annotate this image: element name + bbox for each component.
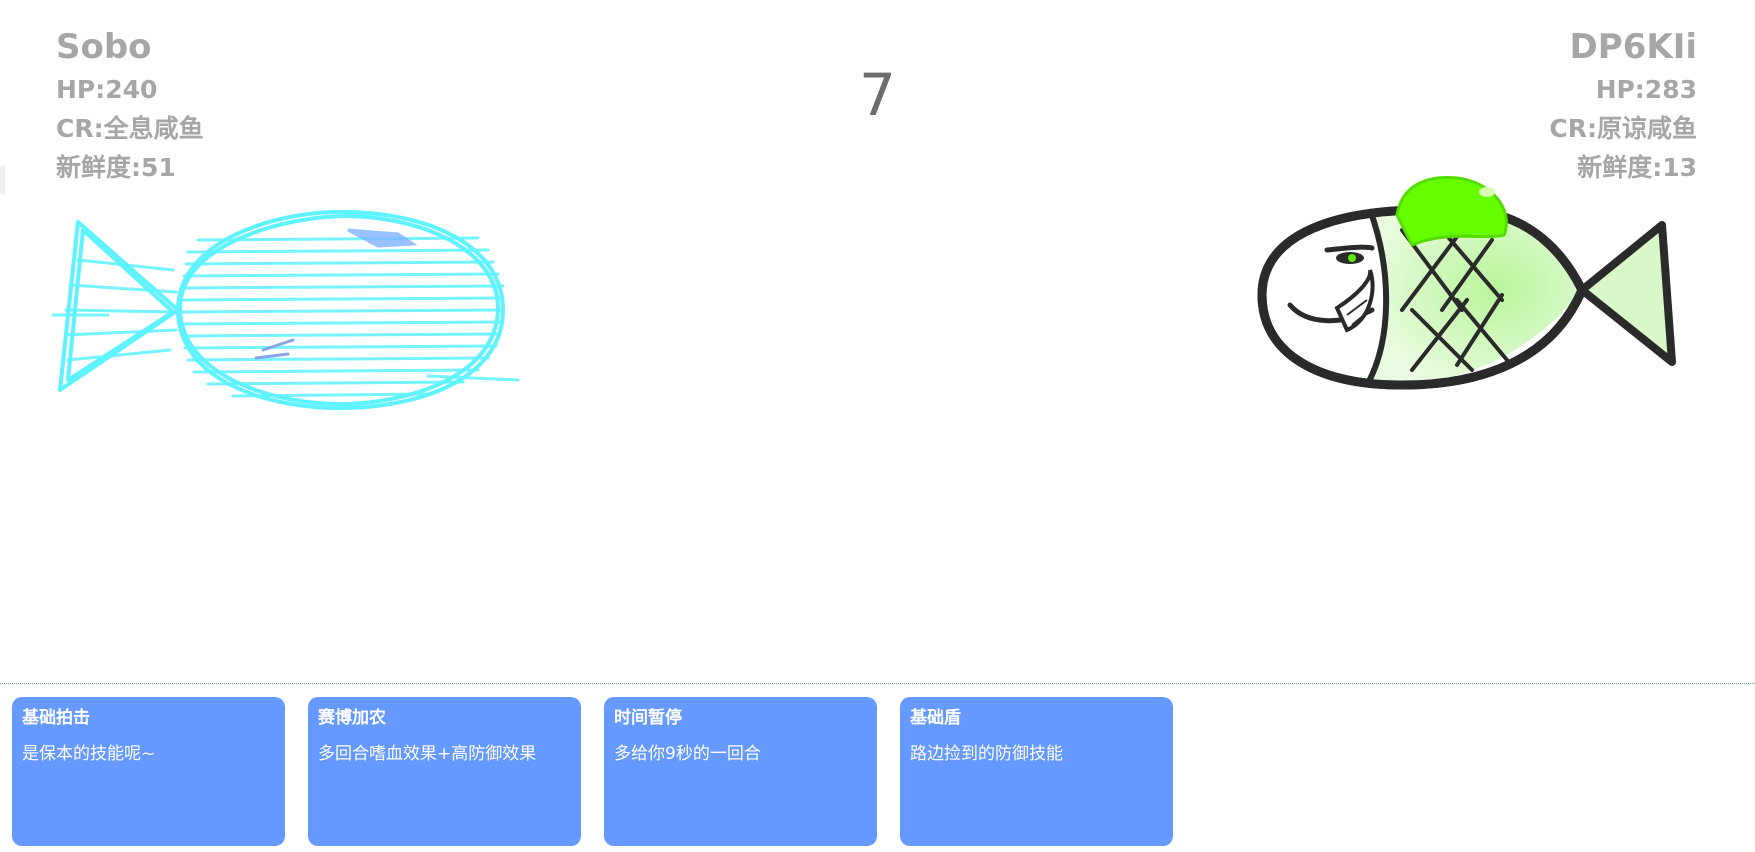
skill-card-basic-shield[interactable]: 基础盾 路边捡到的防御技能 [900, 697, 1173, 846]
skill-name: 时间暂停 [614, 708, 682, 728]
skill-name: 赛博加农 [318, 708, 386, 728]
opponent-hp: HP:283 [1595, 75, 1697, 104]
skill-card-basic-slap[interactable]: 基础拍击 是保本的技能呢~ [12, 697, 285, 846]
opponent-info: DP6KIi HP:283 CR:原谅咸鱼 新鲜度:13 [1549, 24, 1697, 187]
opponent-cr: CR:原谅咸鱼 [1549, 114, 1697, 143]
edge-tab [0, 165, 5, 195]
skill-description: 多回合嗜血效果+高防御效果 [318, 744, 537, 764]
player-fish-sprite [51, 209, 520, 411]
skill-description: 是保本的技能呢~ [22, 744, 156, 764]
skill-card-time-stop[interactable]: 时间暂停 多给你9秒的一回合 [604, 697, 877, 846]
player-freshness: 新鲜度:51 [56, 153, 176, 182]
turn-timer: 7 [859, 61, 896, 129]
skill-bar: 基础拍击 是保本的技能呢~ 赛博加农 多回合嗜血效果+高防御效果 时间暂停 多给… [12, 697, 1173, 846]
skill-description: 多给你9秒的一回合 [614, 744, 761, 764]
opponent-fish-sprite [1257, 175, 1676, 390]
battle-stage: Sobo HP:240 CR:全息咸鱼 新鲜度:51 7 DP6KIi HP:2… [0, 0, 1755, 852]
skill-card-cyber-cannon[interactable]: 赛博加农 多回合嗜血效果+高防御效果 [308, 697, 581, 846]
skill-name: 基础拍击 [22, 708, 90, 728]
opponent-name: DP6KIi [1569, 27, 1697, 67]
skill-name: 基础盾 [910, 708, 961, 728]
skill-bar-divider [0, 683, 1755, 684]
skill-description: 路边捡到的防御技能 [910, 744, 1063, 764]
